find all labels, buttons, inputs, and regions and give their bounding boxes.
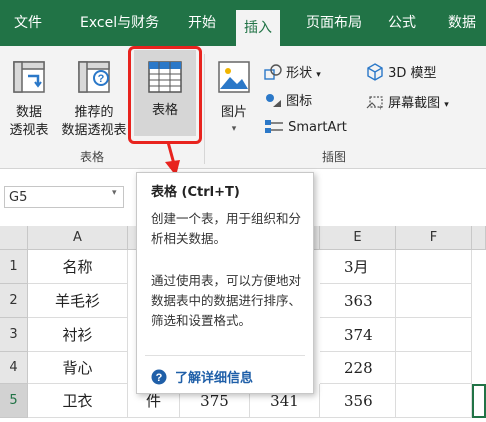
cell-e5[interactable]: 356	[320, 384, 396, 418]
tab-formulas[interactable]: 公式	[380, 0, 424, 46]
shapes-icon	[264, 64, 282, 80]
tab-insert[interactable]: 插入	[236, 10, 280, 46]
select-all-corner[interactable]	[0, 226, 28, 250]
icons-label: 图标	[286, 94, 313, 109]
screenshot-icon: +	[366, 96, 383, 112]
svg-text:?: ?	[156, 372, 163, 384]
screenshot-dropdown-icon: ▾	[444, 100, 449, 110]
help-icon: ?	[151, 369, 167, 385]
ribbon-separator	[204, 54, 205, 164]
screenshot-button[interactable]: + 屏幕截图 ▾	[366, 92, 449, 112]
cell-a4[interactable]: 背心	[28, 352, 128, 384]
learn-more-link[interactable]: 了解详细信息	[175, 367, 253, 386]
cell-a2[interactable]: 羊毛衫	[28, 284, 128, 318]
name-box[interactable]: G5	[4, 186, 124, 208]
cell-a5[interactable]: 卫衣	[28, 384, 128, 418]
pictures-dropdown-icon: ▾	[231, 124, 237, 134]
pivottable-button[interactable]: 数据 透视表	[4, 60, 54, 140]
cell-a1[interactable]: 名称	[28, 250, 128, 284]
row-header[interactable]: 2	[0, 284, 28, 318]
tab-page-layout[interactable]: 页面布局	[298, 0, 370, 46]
pictures-button[interactable]: 图片 ▾	[212, 60, 256, 136]
cell-f5[interactable]	[396, 384, 472, 418]
cell-f3[interactable]	[396, 318, 472, 352]
cube-icon	[367, 63, 383, 81]
name-box-dropdown-icon[interactable]: ▾	[112, 188, 117, 198]
pictures-label: 图片	[220, 105, 247, 120]
tooltip-description: 创建一个表，用于组织和分析相关数据。	[151, 211, 302, 246]
pivottable-icon	[13, 61, 45, 93]
recommended-pivottables-button[interactable]: ? 推荐的 数据透视表	[58, 60, 130, 140]
cell-e4[interactable]: 228	[320, 352, 396, 384]
cell-e1[interactable]: 3月	[320, 250, 396, 284]
cell-a3[interactable]: 衬衫	[28, 318, 128, 352]
shapes-dropdown-icon: ▾	[316, 70, 321, 80]
shapes-button[interactable]: 形状 ▾	[264, 62, 321, 81]
column-header-a[interactable]: A	[28, 226, 128, 250]
cell-f2[interactable]	[396, 284, 472, 318]
icons-button[interactable]: 图标	[264, 90, 312, 109]
recommended-pivottable-icon: ?	[78, 61, 110, 93]
svg-text:?: ?	[98, 73, 105, 85]
tab-data[interactable]: 数据	[440, 0, 484, 46]
shapes-label: 形状	[286, 66, 313, 81]
pivottable-label-1: 数据	[15, 105, 42, 120]
cell-f1[interactable]	[396, 250, 472, 284]
cell-g5-selected[interactable]	[472, 384, 486, 418]
row-header[interactable]: 1	[0, 250, 28, 284]
column-header-g[interactable]	[472, 226, 486, 250]
cell-e2[interactable]: 363	[320, 284, 396, 318]
picture-icon	[218, 61, 250, 93]
screenshot-label: 屏幕截图	[388, 96, 441, 111]
row-header[interactable]: 3	[0, 318, 28, 352]
recommended-pivot-label-1: 推荐的	[74, 105, 114, 120]
column-header-f[interactable]: F	[396, 226, 472, 250]
tooltip-details: 通过使用表，可以方便地对数据表中的数据进行排序、筛选和设置格式。	[151, 273, 302, 328]
3d-models-button[interactable]: 3D 模型	[366, 62, 437, 81]
tooltip-divider	[145, 355, 305, 356]
smartart-icon	[265, 120, 283, 133]
recommended-pivot-label-2: 数据透视表	[61, 123, 127, 138]
cell-f4[interactable]	[396, 352, 472, 384]
group-label-tables: 表格	[80, 150, 105, 164]
smartart-button[interactable]: SmartArt	[264, 118, 347, 135]
ribbon-insert-panel: 数据 透视表 ? 推荐的 数据透视表 表格 表格 图片 ▾ 形状 ▾ 图标 Sm…	[0, 46, 486, 169]
row-header[interactable]: 4	[0, 352, 28, 384]
group-label-illustrations: 插图	[322, 150, 347, 164]
tab-file[interactable]: 文件	[6, 0, 50, 46]
table-tooltip: 表格 (Ctrl+T) 创建一个表，用于组织和分析相关数据。 通过使用表，可以方…	[136, 172, 314, 394]
cell-e3[interactable]: 374	[320, 318, 396, 352]
icons-icon	[266, 94, 281, 107]
3d-models-label: 3D 模型	[388, 66, 437, 81]
pivottable-label-2: 透视表	[9, 123, 49, 138]
column-header-e[interactable]: E	[320, 226, 396, 250]
tooltip-title: 表格 (Ctrl+T)	[151, 185, 240, 200]
tab-home[interactable]: 开始	[180, 0, 224, 46]
smartart-label: SmartArt	[288, 120, 347, 135]
row-header-selected[interactable]: 5	[0, 384, 28, 418]
ribbon-tab-bar: 文件 Excel与财务 开始 插入 页面布局 公式 数据	[0, 0, 486, 46]
table-button-highlight	[128, 46, 202, 144]
svg-text:+: +	[378, 103, 383, 110]
tab-excel-finance[interactable]: Excel与财务	[72, 0, 167, 46]
